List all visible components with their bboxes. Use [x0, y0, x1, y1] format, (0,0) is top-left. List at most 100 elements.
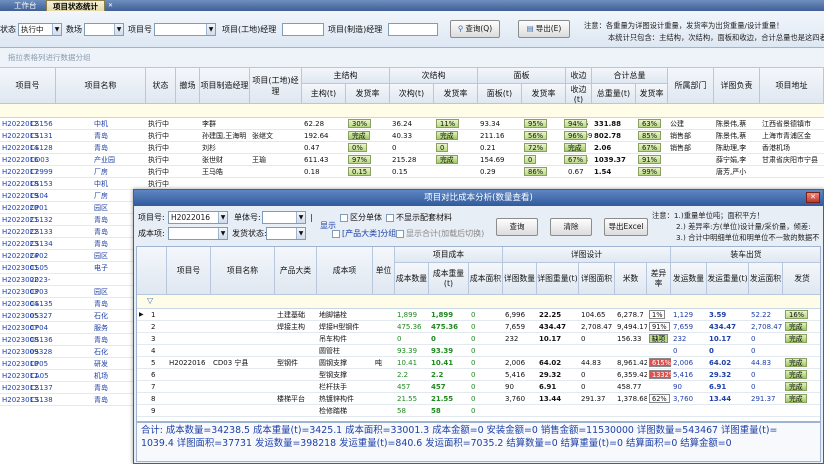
project-no-select[interactable]: ▼: [154, 23, 216, 36]
table-row[interactable]: 4 圆管柱 93.39 93.39 0 0 0 0: [137, 345, 820, 357]
status-select[interactable]: 执行中 ▼: [18, 23, 62, 36]
table-row[interactable]: H2022016 CD03 产业园 执行中 张世财 王瑜 611.43 97% 215.28 完成…: [0, 154, 824, 166]
col-sub-t[interactable]: 次构(t): [390, 84, 434, 104]
table-row[interactable]: 7 栏杆扶手 457 457 0 90 6.91 0 458.77 90 6.91 0 完成: [137, 381, 820, 393]
dcol-unit[interactable]: 单位: [373, 247, 395, 295]
col-dept[interactable]: 所属部门: [668, 68, 714, 104]
rate-badge: 30%: [348, 119, 372, 128]
col-group-total: 合计总量: [592, 68, 668, 84]
cell-sq: [671, 405, 707, 417]
close-icon[interactable]: ✕: [102, 0, 119, 11]
table-row[interactable]: 9 检修踏梯 58 58 0: [137, 405, 820, 417]
dlg-unit-select[interactable]: ▼: [262, 211, 306, 224]
dcol-ship-qty[interactable]: 发运数量: [671, 263, 707, 295]
dlg-export-button[interactable]: 导出Excel: [604, 218, 648, 236]
dcol-meters[interactable]: 米数: [615, 263, 647, 295]
col-drawer[interactable]: 详图负责: [714, 68, 760, 104]
cell-total: 331.88: [594, 120, 622, 128]
dlg-query-button[interactable]: 查询: [496, 218, 538, 236]
rate-badge: 完成: [785, 394, 807, 403]
dcol-cost-area[interactable]: 成本面积: [469, 263, 503, 295]
col-project-no[interactable]: 项目号: [0, 68, 56, 104]
cell-item: 圆管柱: [319, 347, 340, 355]
col-eng-manager[interactable]: 项目(工地)经理: [250, 68, 302, 104]
col-mfg-manager[interactable]: 项目制造经理: [200, 68, 250, 104]
cell-mr: 完成: [346, 130, 390, 142]
table-row[interactable]: 5 H2022016 CD03 宁县 型钢件 圆钢支撑 吨 10.41 10.41 0 2,006…: [137, 357, 820, 369]
cell-cw: 10.41: [431, 359, 454, 367]
table-row[interactable]: 8 楼梯平台 热镀锌构件 21.55 21.55 0 3,760 13.44 291.37 1,3…: [137, 393, 820, 405]
dlg-filter-row[interactable]: ▽: [137, 295, 820, 309]
col-main-t[interactable]: 主构(t): [302, 84, 346, 104]
mfg-manager-input[interactable]: [388, 23, 438, 36]
dcol-cost-item[interactable]: 成本项: [317, 247, 373, 295]
cell-pr: 86%: [522, 166, 566, 178]
dcol-diff-rate[interactable]: 差异率: [647, 263, 671, 295]
table-row[interactable]: 3 吊车构件 0 0 0 232 10.17 0 156.33 缺项 232 10.17 0 完成: [137, 333, 820, 345]
cell-sq: 7,659: [673, 323, 694, 331]
group-by-panel[interactable]: 拖拉表格列进行数据分组: [0, 48, 824, 68]
cell-m: 1,378.68: [617, 395, 647, 403]
rate-badge: 67%: [638, 143, 662, 152]
yard-select[interactable]: ▼: [84, 23, 124, 36]
cell-name: [211, 405, 275, 417]
col-total-t[interactable]: 总重量(t): [592, 84, 636, 104]
table-row[interactable]: H2022014CS128青岛执行中刘杉0.470%000.2172%0.01完…: [0, 142, 824, 154]
dcol-cost-qty[interactable]: 成本数量: [395, 263, 429, 295]
dcol-drw-area[interactable]: 详图面积: [579, 263, 615, 295]
dcol-product-cat[interactable]: 产品大类: [275, 247, 317, 295]
dcol-drw-weight[interactable]: 详图重量(t): [537, 263, 579, 295]
col-main-rate[interactable]: 发货率: [346, 84, 390, 104]
chk-by-unit[interactable]: 区分单体: [340, 212, 382, 224]
dcol-drw-qty[interactable]: 详图数量: [503, 263, 537, 295]
dcol-project-no[interactable]: 项目号: [167, 247, 211, 295]
diff-badge: 1%: [649, 310, 666, 319]
table-row[interactable]: H2022013 CS131 青岛 执行中 孙建国,王海明 张继文 192.64 完成 40.3…: [0, 130, 824, 142]
dlg-cost-select[interactable]: ▼: [168, 227, 228, 240]
col-total-rate[interactable]: 发货率: [636, 84, 668, 104]
close-icon[interactable]: ✕: [806, 192, 820, 203]
dlg-project-no-select[interactable]: H2022016 ▼: [168, 211, 228, 224]
dcol-ship-rate[interactable]: 发货: [783, 263, 820, 295]
dlg-clear-button[interactable]: 清除: [550, 218, 592, 236]
cell-no: [167, 333, 211, 345]
chk-product-group[interactable]: [产品大类]分组: [332, 228, 396, 240]
dlg-ship-select[interactable]: ▼: [266, 227, 306, 240]
col-yard[interactable]: 撤场: [176, 68, 200, 104]
col-status[interactable]: 状态: [146, 68, 176, 104]
chk-show-calc[interactable]: 显示合计(加载后切换): [396, 228, 484, 240]
cell-eng: [250, 166, 302, 178]
col-project-name[interactable]: 项目名称: [56, 68, 146, 104]
table-row[interactable]: 2 焊接主构 焊接H型钢件 475.36 475.36 0 7,659 434.47 2,708…: [137, 321, 820, 333]
dcol-group-drawing: 详图设计: [503, 247, 671, 263]
dcol-cost-weight[interactable]: 成本重量(t): [429, 263, 469, 295]
cell-dr: 62%: [647, 393, 671, 405]
cell-dq: 232: [505, 335, 519, 343]
col-sub-rate[interactable]: 发货率: [434, 84, 478, 104]
col-address[interactable]: 项目地址: [760, 68, 824, 104]
export-button[interactable]: ▤ 导出(E): [518, 20, 570, 38]
cell-dq: 7,659: [505, 323, 526, 331]
eng-manager-input[interactable]: [282, 23, 324, 36]
cell-sr: 完成: [783, 393, 820, 405]
table-row[interactable]: 1 土建基础 地脚锚栓 1,899 1,899 0 6,996 22.25 104.65 6,27…: [137, 309, 820, 321]
dcol-ship-area[interactable]: 发运面积: [749, 263, 783, 295]
tab-workbench[interactable]: 工作台: [8, 0, 43, 11]
query-button[interactable]: ⚲ 查询(Q): [450, 20, 500, 38]
col-panel-rate[interactable]: 发货率: [522, 84, 566, 104]
table-row[interactable]: H2022017 C2999 厂房 执行中 王马皓 0.18 0.15 0.15 0.29 86%…: [0, 166, 824, 178]
dcol-project-name[interactable]: 项目名称: [211, 247, 275, 295]
cell-cq: 457: [397, 383, 411, 391]
rate-badge: 94%: [564, 119, 588, 128]
col-edge-t[interactable]: 收边(t): [566, 84, 592, 104]
tab-project-status[interactable]: 项目状态统计: [46, 0, 105, 11]
table-row[interactable]: H2022012 CS156 中机 执行中 李群 62.28 30% 36.24 11% 93.3…: [0, 118, 824, 130]
chk-no-config[interactable]: 不显示配套材料: [386, 212, 452, 224]
chevron-down-icon: ▼: [218, 212, 227, 223]
col-panel-t[interactable]: 面板(t): [478, 84, 522, 104]
dialog-title-bar[interactable]: 项目对比成本分析(数量查看) ✕: [134, 190, 823, 206]
dcol-ship-weight[interactable]: 发运重量(t): [707, 263, 749, 295]
cell-addr: [760, 166, 824, 178]
table-row[interactable]: 6型钢支撑2.22.205,41629.3206,359.421332%5,41…: [137, 369, 820, 381]
filter-row[interactable]: [0, 104, 824, 118]
